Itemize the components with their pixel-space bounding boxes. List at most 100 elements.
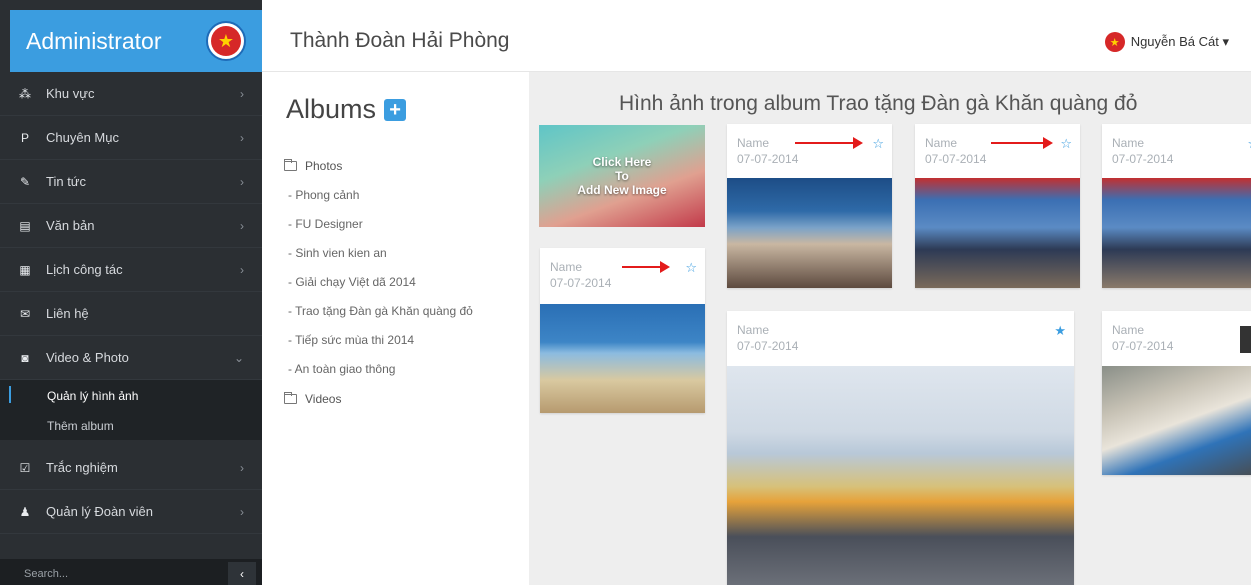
chevron-right-icon: › <box>240 504 244 519</box>
image-date: 07-07-2014 <box>737 152 799 166</box>
image-name: Name <box>550 260 583 274</box>
star-icon[interactable]: ☆ <box>1060 136 1072 152</box>
album-item[interactable]: - Trao tặng Đàn gà Khăn quàng đỏ <box>284 297 473 326</box>
brand-bar[interactable]: Administrator ★ <box>10 10 262 72</box>
collapse-sidebar-button[interactable]: ‹ <box>228 562 256 585</box>
gallery-area: Hình ảnh trong album Trao tặng Đàn gà Kh… <box>529 72 1251 585</box>
sidebar-item-tin-tuc[interactable]: ✎ Tin tức › <box>0 160 262 204</box>
add-new-image-tile[interactable]: Click Here To Add New Image <box>539 125 705 227</box>
gallery-scroll-handle[interactable] <box>1240 326 1251 353</box>
app-root: Administrator ★ ⁂ Khu vực › P Chuyên Mục… <box>0 0 1251 585</box>
submenu-video-photo: Quản lý hình ảnh Thêm album <box>0 380 262 440</box>
folder-videos[interactable]: Videos <box>284 390 473 408</box>
albums-panel: Albums + Photos - Phong cảnh - FU Design… <box>262 72 529 585</box>
photo-thumbnail <box>727 178 892 288</box>
sidebar-item-lien-he[interactable]: ✉ Liên hệ <box>0 292 262 336</box>
submenu-item-them-album[interactable]: Thêm album <box>0 411 262 440</box>
image-name: Name <box>925 136 958 150</box>
sidebar-item-chuyen-muc[interactable]: P Chuyên Mục › <box>0 116 262 160</box>
image-date: 07-07-2014 <box>550 276 612 290</box>
folder-label: Photos <box>305 159 343 173</box>
album-item[interactable]: - Sinh vien kien an <box>284 239 473 268</box>
top-header: Thành Đoàn Hải Phòng ★ Nguyễn Bá Cát ▾ <box>262 10 1251 72</box>
folder-icon <box>284 159 297 171</box>
star-icon[interactable]: ☆ <box>685 260 697 276</box>
chevron-right-icon: › <box>240 262 244 277</box>
sidebar-item-van-ban[interactable]: ▤ Văn bản › <box>0 204 262 248</box>
star-icon[interactable]: ☆ <box>1247 136 1251 152</box>
page-title: Thành Đoàn Hải Phòng <box>290 29 510 52</box>
sidebar-item-video-photo[interactable]: ◙ Video & Photo ⌄ <box>0 336 262 380</box>
chevron-right-icon: › <box>240 86 244 101</box>
user-menu[interactable]: ★ Nguyễn Bá Cát ▾ <box>1104 32 1229 52</box>
sidebar-item-trac-nghiem[interactable]: ☑ Trắc nghiệm › <box>0 446 262 490</box>
folder-photos[interactable]: Photos <box>284 157 473 175</box>
brand-title: Administrator <box>26 27 162 54</box>
bookmark-icon: P <box>20 130 29 145</box>
sidebar-menu: ⁂ Khu vực › P Chuyên Mục › ✎ Tin tức › ▤… <box>0 72 262 534</box>
albums-title: Albums <box>286 94 377 124</box>
search-input[interactable] <box>10 562 220 585</box>
chevron-down-icon: ⌄ <box>233 350 244 365</box>
annotation-arrow <box>622 261 670 273</box>
submenu-item-label: Thêm album <box>47 418 114 433</box>
album-item[interactable]: - FU Designer <box>284 210 473 239</box>
add-album-button[interactable]: + <box>384 98 407 121</box>
sidebar-item-label: Liên hệ <box>46 306 89 321</box>
user-name: Nguyễn Bá Cát ▾ <box>1130 34 1229 49</box>
person-icon: ♟ <box>19 504 31 519</box>
image-card[interactable]: Name 07-07-2014 ☆ <box>1102 124 1251 288</box>
sidebar-item-label: Khu vực <box>46 86 95 101</box>
pencil-icon: ✎ <box>19 174 31 189</box>
youth-union-logo: ★ <box>206 21 246 61</box>
star-filled-icon[interactable]: ★ <box>1054 323 1066 339</box>
photo-thumbnail <box>915 178 1080 288</box>
sitemap-icon: ⁂ <box>19 86 31 101</box>
envelope-icon: ✉ <box>19 306 31 321</box>
album-item[interactable]: - An toàn giao thông <box>284 355 473 384</box>
sidebar-search: ‹ <box>0 559 262 585</box>
image-card[interactable]: Name 07-07-2014 <box>1102 311 1251 475</box>
sidebar-item-khu-vuc[interactable]: ⁂ Khu vực › <box>0 72 262 116</box>
image-name: Name <box>737 323 770 337</box>
sidebar: Administrator ★ ⁂ Khu vực › P Chuyên Mục… <box>0 0 262 585</box>
image-card[interactable]: Name 07-07-2014 ☆ <box>727 124 892 288</box>
sidebar-item-label: Video & Photo <box>46 350 129 365</box>
photo-thumbnail <box>727 366 1074 585</box>
image-name: Name <box>737 136 770 150</box>
chevron-right-icon: › <box>240 174 244 189</box>
camera-icon: ◙ <box>21 350 29 365</box>
sidebar-item-label: Tin tức <box>46 174 87 189</box>
image-card[interactable]: Name 07-07-2014 ★ <box>727 311 1074 585</box>
calendar-icon: ▦ <box>19 262 31 277</box>
gallery-title: Hình ảnh trong album Trao tặng Đàn gà Kh… <box>619 92 1138 115</box>
sidebar-item-label: Văn bản <box>46 218 95 233</box>
album-tree: Photos - Phong cảnh - FU Designer - Sinh… <box>284 157 473 414</box>
photo-thumbnail <box>1102 178 1251 288</box>
album-item[interactable]: - Giải chạy Việt dã 2014 <box>284 268 473 297</box>
chevron-right-icon: › <box>240 130 244 145</box>
folder-label: Videos <box>305 392 342 406</box>
avatar: ★ <box>1104 32 1125 52</box>
folder-icon <box>284 392 297 404</box>
sidebar-item-label: Lịch công tác <box>46 262 123 277</box>
photo-thumbnail <box>540 304 705 413</box>
checkbox-icon: ☑ <box>19 460 31 475</box>
image-date: 07-07-2014 <box>1112 152 1174 166</box>
image-date: 07-07-2014 <box>925 152 987 166</box>
image-date: 07-07-2014 <box>737 339 799 353</box>
album-item[interactable]: - Tiếp sức mùa thi 2014 <box>284 326 473 355</box>
albums-heading: Albums + <box>286 94 407 125</box>
submenu-item-quan-ly-hinh-anh[interactable]: Quản lý hình ảnh <box>0 380 262 411</box>
sidebar-item-quan-ly-doan-vien[interactable]: ♟ Quản lý Đoàn viên › <box>0 490 262 534</box>
image-card[interactable]: Name 07-07-2014 ☆ <box>540 248 705 413</box>
star-icon[interactable]: ☆ <box>872 136 884 152</box>
chevron-right-icon: › <box>240 218 244 233</box>
album-item[interactable]: - Phong cảnh <box>284 181 473 210</box>
image-card[interactable]: Name 07-07-2014 ☆ <box>915 124 1080 288</box>
submenu-item-label: Quản lý hình ảnh <box>47 388 139 403</box>
image-name: Name <box>1112 323 1145 337</box>
image-name: Name <box>1112 136 1145 150</box>
sidebar-item-label: Chuyên Mục <box>46 130 119 145</box>
sidebar-item-lich-cong-tac[interactable]: ▦ Lịch công tác › <box>0 248 262 292</box>
